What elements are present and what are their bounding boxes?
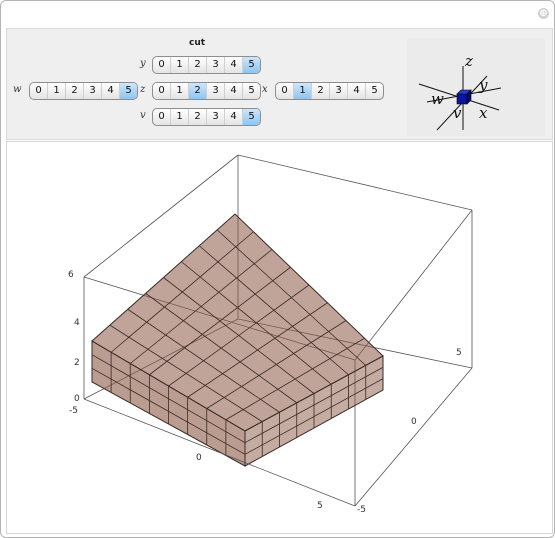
z-option-3[interactable]: 3 bbox=[207, 83, 225, 99]
z-tick-label: 2 bbox=[74, 358, 80, 368]
w-option-1[interactable]: 1 bbox=[48, 83, 66, 99]
z-tick-label: 4 bbox=[74, 318, 80, 328]
y-label: y bbox=[140, 58, 146, 69]
z-option-5[interactable]: 5 bbox=[243, 83, 260, 99]
left-tick-label: -5 bbox=[69, 406, 78, 416]
axis-label-w: w bbox=[431, 90, 444, 108]
axis-label-x: x bbox=[479, 104, 488, 122]
z-tick-label: 6 bbox=[68, 270, 74, 280]
right-tick-label: 0 bbox=[411, 417, 417, 427]
plot-area[interactable]: 6 4 2 0 -5 0 5 5 0 -5 bbox=[6, 141, 553, 534]
z-option-4[interactable]: 4 bbox=[225, 83, 243, 99]
y-option-2[interactable]: 2 bbox=[189, 57, 207, 73]
w-setter-bar: 0 1 2 3 4 5 bbox=[29, 82, 138, 100]
v-label: v bbox=[140, 110, 146, 121]
y-option-3[interactable]: 3 bbox=[207, 57, 225, 73]
x-option-0[interactable]: 0 bbox=[276, 83, 294, 99]
right-tick-label: -5 bbox=[357, 505, 366, 515]
y-option-0[interactable]: 0 bbox=[153, 57, 171, 73]
axis-orientation-svg: z y w v x bbox=[418, 52, 502, 131]
x-option-3[interactable]: 3 bbox=[330, 83, 348, 99]
w-option-0[interactable]: 0 bbox=[30, 83, 48, 99]
x-option-1[interactable]: 1 bbox=[294, 83, 312, 99]
right-tick-label: 5 bbox=[456, 348, 462, 358]
close-icon[interactable]: ⊕ bbox=[538, 8, 549, 19]
axis-orientation-diagram: z y w v x bbox=[407, 38, 545, 136]
y-option-5[interactable]: 5 bbox=[243, 57, 260, 73]
y-option-1[interactable]: 1 bbox=[171, 57, 189, 73]
z-option-1[interactable]: 1 bbox=[171, 83, 189, 99]
x-setter-bar: 0 1 2 3 4 5 bbox=[275, 82, 384, 100]
v-option-2[interactable]: 2 bbox=[189, 109, 207, 125]
v-setter-bar: 0 1 2 3 4 5 bbox=[152, 108, 261, 126]
v-option-5[interactable]: 5 bbox=[243, 109, 260, 125]
left-tick-label: 0 bbox=[196, 453, 202, 463]
w-label: w bbox=[13, 84, 22, 95]
z-tick-label: 0 bbox=[74, 394, 80, 404]
v-option-1[interactable]: 1 bbox=[171, 109, 189, 125]
w-option-2[interactable]: 2 bbox=[66, 83, 84, 99]
w-option-3[interactable]: 3 bbox=[84, 83, 102, 99]
v-option-4[interactable]: 4 bbox=[225, 109, 243, 125]
3d-plot[interactable]: 6 4 2 0 -5 0 5 5 0 -5 bbox=[7, 142, 552, 533]
y-option-4[interactable]: 4 bbox=[225, 57, 243, 73]
axis-cube-icon bbox=[456, 89, 472, 105]
axis-label-v: v bbox=[453, 104, 462, 122]
z-option-2[interactable]: 2 bbox=[189, 83, 207, 99]
axis-label-y: y bbox=[478, 76, 488, 94]
v-option-0[interactable]: 0 bbox=[153, 109, 171, 125]
x-option-4[interactable]: 4 bbox=[348, 83, 366, 99]
w-option-5[interactable]: 5 bbox=[120, 83, 137, 99]
z-setter-bar: 0 1 2 3 4 5 bbox=[152, 82, 261, 100]
x-label: x bbox=[262, 84, 268, 95]
w-option-4[interactable]: 4 bbox=[102, 83, 120, 99]
x-option-5[interactable]: 5 bbox=[366, 83, 383, 99]
z-option-0[interactable]: 0 bbox=[153, 83, 171, 99]
controls-title: cut bbox=[189, 38, 206, 48]
z-axis-ticks: 6 4 2 0 bbox=[68, 270, 80, 404]
axis-label-z: z bbox=[464, 52, 473, 70]
x-option-2[interactable]: 2 bbox=[312, 83, 330, 99]
v-option-3[interactable]: 3 bbox=[207, 109, 225, 125]
left-tick-label: 5 bbox=[317, 501, 323, 511]
z-label: z bbox=[140, 84, 146, 95]
y-setter-bar: 0 1 2 3 4 5 bbox=[152, 56, 261, 74]
